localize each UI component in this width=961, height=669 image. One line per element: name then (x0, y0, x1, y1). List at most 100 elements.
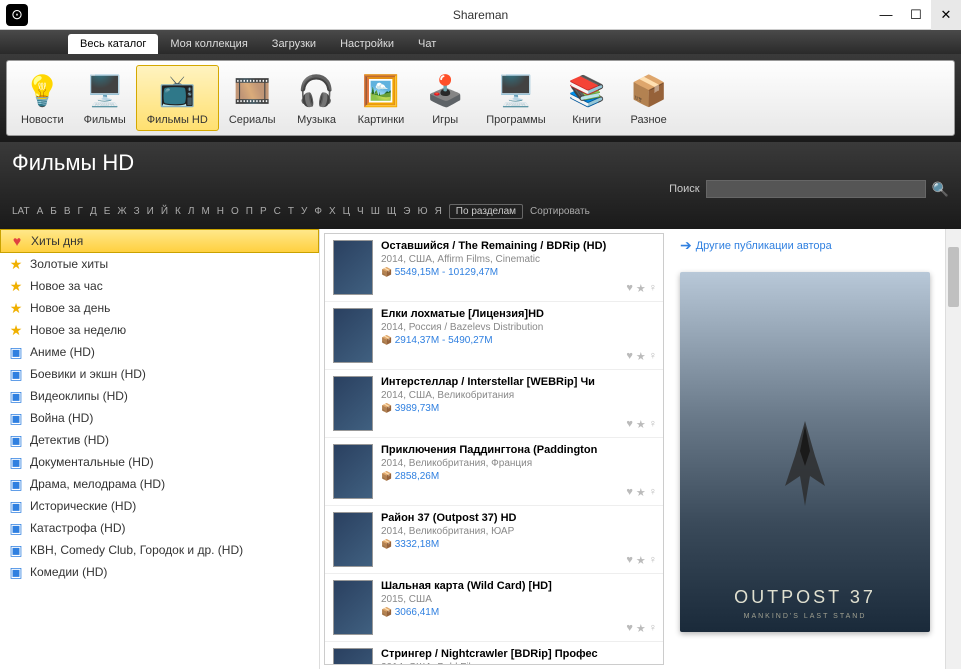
detail-scrollbar[interactable] (945, 229, 961, 669)
alpha-letter[interactable]: Д (90, 206, 97, 217)
sidebar-item-label: Катастрофа (HD) (30, 521, 125, 535)
bulb-icon[interactable]: ♀ (649, 486, 657, 499)
alpha-letter[interactable]: А (37, 206, 44, 217)
alpha-letter[interactable]: Ф (314, 206, 322, 217)
alpha-letter[interactable]: Ю (417, 206, 427, 217)
toolbar-button[interactable]: 🖥️Фильмы (74, 65, 136, 131)
star-icon[interactable]: ★ (636, 554, 646, 567)
movie-item[interactable]: Район 37 (Outpost 37) HD 2014, Великобри… (325, 506, 663, 574)
search-icon[interactable]: 🔍 (932, 181, 949, 198)
sidebar-item[interactable]: ▣Драма, мелодрама (HD) (0, 473, 319, 495)
alpha-letter[interactable]: Я (435, 206, 442, 217)
heart-icon[interactable]: ♥ (626, 554, 633, 567)
toolbar-button[interactable]: 📦Разное (618, 65, 680, 131)
movie-item[interactable]: Приключения Паддингтона (Paddington 2014… (325, 438, 663, 506)
alpha-letter[interactable]: М (201, 206, 209, 217)
sections-button[interactable]: По разделам (449, 204, 523, 219)
menu-tab[interactable]: Настройки (328, 34, 406, 54)
sidebar-item[interactable]: ▣Катастрофа (HD) (0, 517, 319, 539)
sidebar-item[interactable]: ▣КВН, Comedy Club, Городок и др. (HD) (0, 539, 319, 561)
menu-tab[interactable]: Моя коллекция (158, 34, 259, 54)
alpha-letter[interactable]: LAT (12, 206, 30, 217)
sidebar-item[interactable]: ★Новое за час (0, 275, 319, 297)
star-icon: ★ (8, 278, 24, 294)
sidebar-item[interactable]: ♥Хиты дня (0, 229, 319, 253)
alpha-letter[interactable]: В (64, 206, 71, 217)
toolbar-button[interactable]: 🕹️Игры (414, 65, 476, 131)
movie-item[interactable]: Шальная карта (Wild Card) [HD] 2015, США… (325, 574, 663, 642)
alpha-letter[interactable]: З (134, 206, 140, 217)
bulb-icon[interactable]: ♀ (649, 622, 657, 635)
alpha-letter[interactable]: Ш (371, 206, 380, 217)
sidebar-item[interactable]: ▣Видеоклипы (HD) (0, 385, 319, 407)
alpha-letter[interactable]: Т (288, 206, 294, 217)
menu-tab[interactable]: Чат (406, 34, 448, 54)
alpha-letter[interactable]: С (274, 206, 281, 217)
sidebar-item[interactable]: ▣Детектив (HD) (0, 429, 319, 451)
sidebar-item[interactable]: ▣Комедии (HD) (0, 561, 319, 583)
sidebar-item[interactable]: ★Новое за день (0, 297, 319, 319)
heart-icon[interactable]: ♥ (626, 418, 633, 431)
heart-icon[interactable]: ♥ (626, 350, 633, 363)
search-input[interactable] (706, 180, 926, 198)
maximize-button[interactable]: ☐ (901, 0, 931, 30)
alpha-letter[interactable]: Л (188, 206, 195, 217)
sidebar-item[interactable]: ▣Исторические (HD) (0, 495, 319, 517)
toolbar-button[interactable]: 🎧Музыка (286, 65, 348, 131)
star-icon[interactable]: ★ (636, 486, 646, 499)
heart-icon[interactable]: ♥ (626, 486, 633, 499)
bulb-icon[interactable]: ♀ (649, 418, 657, 431)
heart-icon[interactable]: ♥ (626, 622, 633, 635)
alpha-letter[interactable]: И (147, 206, 154, 217)
alpha-letter[interactable]: О (231, 206, 239, 217)
movie-item[interactable]: Оставшийся / The Remaining / BDRip (HD) … (325, 234, 663, 302)
heart-icon[interactable]: ♥ (626, 282, 633, 295)
star-icon[interactable]: ★ (636, 282, 646, 295)
alpha-letter[interactable]: Б (50, 206, 57, 217)
bulb-icon[interactable]: ♀ (649, 282, 657, 295)
sidebar-item[interactable]: ★Золотые хиты (0, 253, 319, 275)
minimize-button[interactable]: — (871, 0, 901, 30)
alpha-letter[interactable]: Э (403, 206, 410, 217)
alpha-letter[interactable]: Г (78, 206, 83, 217)
alpha-letter[interactable]: Р (260, 206, 267, 217)
toolbar-button[interactable]: 🖼️Картинки (348, 65, 415, 131)
movie-poster[interactable]: OUTPOST 37 MANKIND'S LAST STAND (680, 272, 930, 632)
bulb-icon[interactable]: ♀ (649, 350, 657, 363)
alpha-letter[interactable]: Х (329, 206, 336, 217)
alpha-letter[interactable]: К (175, 206, 181, 217)
menu-tab[interactable]: Весь каталог (68, 34, 158, 54)
toolbar-button[interactable]: 🖥️Программы (476, 65, 555, 131)
alpha-letter[interactable]: У (301, 206, 307, 217)
alpha-letter[interactable]: П (246, 206, 253, 217)
toolbar-button[interactable]: 🎞️Сериалы (219, 65, 286, 131)
close-button[interactable]: ✕ (931, 0, 961, 30)
alpha-letter[interactable]: Н (217, 206, 224, 217)
alpha-letter[interactable]: Ж (117, 206, 126, 217)
sort-button[interactable]: Сортировать (530, 206, 590, 217)
toolbar-button[interactable]: 📚Книги (556, 65, 618, 131)
toolbar-button[interactable]: 💡Новости (11, 65, 74, 131)
movie-item[interactable]: Елки лохматые [Лицензия]HD 2014, Россия … (325, 302, 663, 370)
sidebar-item[interactable]: ▣Аниме (HD) (0, 341, 319, 363)
alpha-letter[interactable]: Ч (357, 206, 364, 217)
sidebar-item[interactable]: ▣Боевики и экшн (HD) (0, 363, 319, 385)
sidebar-item[interactable]: ▣Война (HD) (0, 407, 319, 429)
menu-tab[interactable]: Загрузки (260, 34, 328, 54)
movie-item[interactable]: Интерстеллар / Interstellar [WEBRip] Чи … (325, 370, 663, 438)
alpha-letter[interactable]: Ц (343, 206, 350, 217)
star-icon[interactable]: ★ (636, 350, 646, 363)
sidebar-item-label: Новое за неделю (30, 323, 126, 337)
sidebar-item[interactable]: ▣Документальные (HD) (0, 451, 319, 473)
sidebar-item-label: КВН, Comedy Club, Городок и др. (HD) (30, 543, 243, 557)
star-icon[interactable]: ★ (636, 622, 646, 635)
alpha-letter[interactable]: Е (104, 206, 111, 217)
star-icon[interactable]: ★ (636, 418, 646, 431)
other-publications-link[interactable]: ➔ Другие публикации автора (680, 237, 949, 254)
sidebar-item[interactable]: ★Новое за неделю (0, 319, 319, 341)
alpha-letter[interactable]: Щ (387, 206, 396, 217)
toolbar-button[interactable]: 📺Фильмы HD (136, 65, 219, 131)
movie-item[interactable]: Стрингер / Nightcrawler [BDRip] Профес 2… (325, 642, 663, 665)
bulb-icon[interactable]: ♀ (649, 554, 657, 567)
alpha-letter[interactable]: Й (161, 206, 168, 217)
